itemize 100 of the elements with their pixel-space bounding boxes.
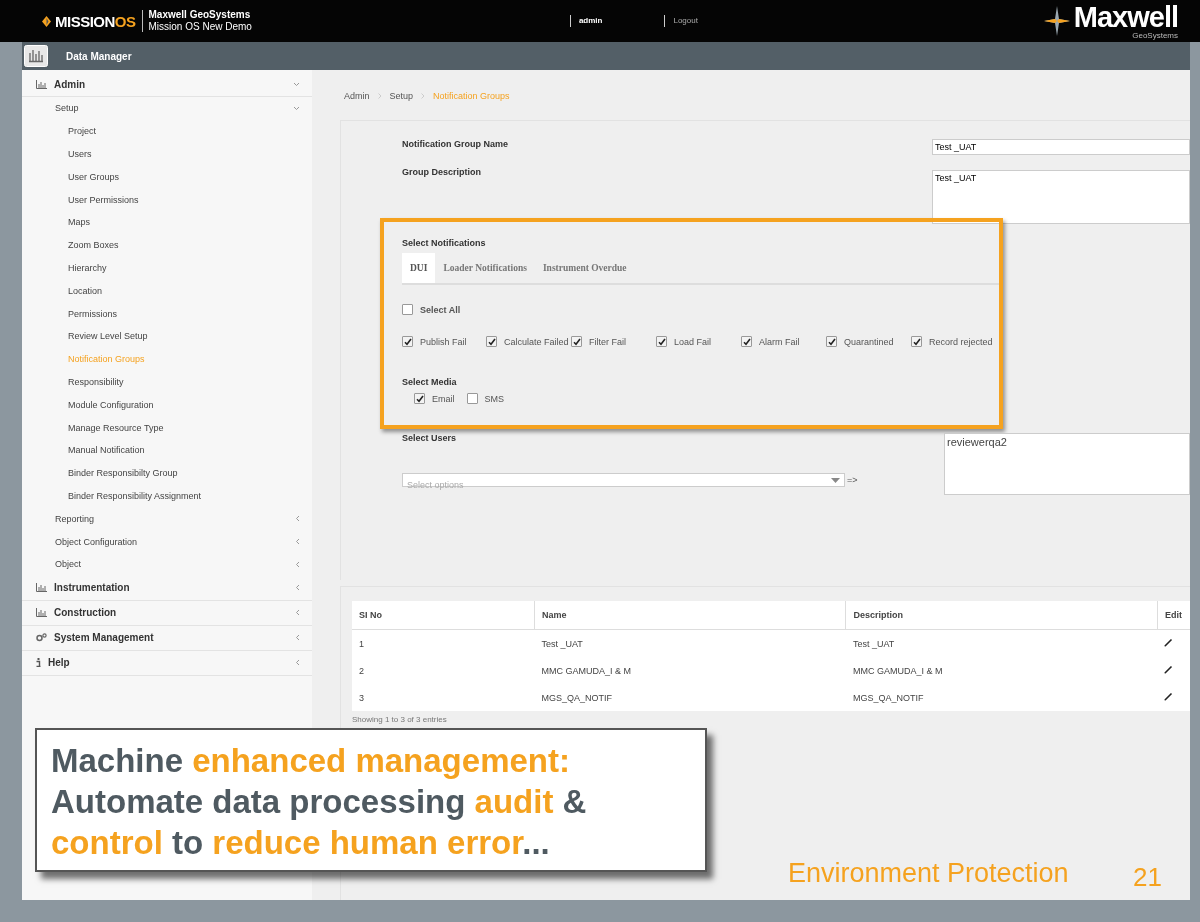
checkbox[interactable] — [402, 304, 413, 315]
table-cell: 2 — [352, 657, 535, 684]
logo-icon — [42, 15, 51, 27]
column-header: SI No — [352, 601, 535, 630]
select-all-checkbox[interactable]: Select All — [402, 304, 461, 315]
sidebar-item[interactable]: Zoom Boxes — [22, 233, 312, 257]
sidebar-item[interactable]: Help — [22, 650, 312, 676]
sidebar-item[interactable]: Maps — [22, 211, 312, 234]
media-option[interactable]: Email — [414, 393, 455, 404]
project-name: Mission OS New Demo — [148, 21, 252, 33]
sidebar-item[interactable]: Admin — [22, 72, 312, 97]
input-field[interactable]: Test _UAT — [932, 170, 1190, 224]
edit-pencil-icon[interactable] — [1164, 638, 1174, 647]
notification-option[interactable]: Calculate Failed — [486, 336, 569, 347]
sidebar-item[interactable]: Instrumentation — [22, 575, 312, 601]
slide-title: Environment Protection — [788, 858, 1069, 889]
notification-option[interactable]: Publish Fail — [402, 336, 467, 347]
input-field[interactable]: Test _UAT — [932, 139, 1190, 155]
sidebar-item[interactable]: Binder Responsibilty Group — [22, 461, 312, 485]
brand-tagline: GeoSystems — [1132, 30, 1178, 40]
table-info: Showing 1 to 3 of 3 entries — [352, 715, 448, 724]
section-title: Select Notifications — [402, 238, 487, 248]
column-header: Description — [845, 601, 1158, 630]
app-title: Data Manager — [66, 50, 132, 62]
sidebar-item[interactable]: Project — [22, 119, 312, 143]
sidebar-item[interactable]: Construction — [22, 600, 312, 626]
tab[interactable]: Loader Notifications — [435, 253, 535, 283]
sidebar-item[interactable]: Review Level Setup — [22, 324, 312, 348]
notification-option[interactable]: Quarantined — [826, 336, 894, 347]
tab[interactable]: Instrument Overdue — [534, 253, 635, 283]
chevron-left-icon — [295, 584, 300, 592]
sidebar-item[interactable]: Permissions — [22, 302, 312, 325]
sidebar-item[interactable]: Responsibility — [22, 370, 312, 394]
tab[interactable]: DUI — [402, 253, 436, 283]
chevron-left-icon — [295, 538, 300, 546]
checkbox[interactable] — [911, 336, 922, 347]
checkbox[interactable] — [402, 336, 413, 347]
sidebar-item[interactable]: Users — [22, 142, 312, 166]
chevron-left-icon — [295, 560, 300, 568]
chevron-left-icon — [295, 515, 300, 523]
edit-pencil-icon[interactable] — [1164, 692, 1174, 701]
sidebar-item[interactable]: System Management — [22, 625, 312, 651]
sidebar-item[interactable]: User Permissions — [22, 188, 312, 211]
dropdown-caret-icon — [831, 477, 840, 483]
checkbox[interactable] — [656, 336, 667, 347]
chart-icon — [36, 79, 47, 89]
breadcrumb-separator-icon — [421, 91, 426, 101]
checkbox[interactable] — [414, 393, 425, 404]
notification-option[interactable]: Filter Fail — [571, 336, 626, 347]
gear-icon — [36, 633, 47, 643]
field-label: Group Description — [402, 167, 481, 179]
notification-option[interactable]: Alarm Fail — [741, 336, 800, 347]
chart-icon — [36, 583, 47, 593]
media-option[interactable]: SMS — [466, 393, 505, 404]
chevron-left-icon — [295, 659, 300, 667]
chevron-down-icon — [293, 81, 300, 87]
breadcrumb-separator-icon — [377, 91, 382, 101]
breadcrumb-link[interactable]: Admin — [344, 91, 370, 101]
logout-link[interactable]: Logout — [664, 15, 698, 27]
chevron-left-icon — [295, 609, 300, 617]
sidebar-item[interactable]: Setup — [22, 97, 312, 120]
breadcrumb-link[interactable]: Setup — [389, 91, 414, 101]
sidebar-item[interactable]: Reporting — [22, 507, 312, 531]
chevron-down-icon — [293, 105, 300, 111]
notification-option[interactable]: Load Fail — [656, 336, 712, 347]
edit-pencil-icon[interactable] — [1164, 665, 1174, 674]
field-label: Notification Group Name — [402, 139, 508, 151]
sidebar-item[interactable]: Binder Responsibility Assignment — [22, 484, 312, 508]
sidebar-item[interactable]: User Groups — [22, 165, 312, 189]
checkbox[interactable] — [571, 336, 582, 347]
table-cell: MGS_QA_NOTIF — [845, 684, 1158, 711]
section-title: Select Media — [402, 377, 457, 387]
arrow-text: => — [847, 475, 858, 485]
brand-name: Maxwell — [1073, 2, 1178, 31]
checkbox[interactable] — [826, 336, 837, 347]
table-cell: Test _UAT — [845, 629, 1158, 657]
selected-users-box[interactable]: reviewerqa2 — [944, 433, 1190, 495]
chevron-left-icon — [295, 634, 300, 642]
app-logo: MISSIONOS — [55, 12, 136, 30]
chart-icon[interactable] — [24, 45, 48, 67]
callout-text: Machine enhanced management: Automate data processing audit & control to reduce human error... — [51, 741, 588, 863]
field-label: Select Users — [402, 433, 458, 443]
sidebar-item[interactable]: Object — [22, 552, 312, 576]
company-name: Maxwell GeoSystems — [148, 9, 252, 21]
page-number: 21 — [1133, 862, 1162, 893]
info-icon — [36, 658, 41, 668]
checkbox[interactable] — [486, 336, 497, 347]
notification-option[interactable]: Record rejected — [911, 336, 993, 347]
sidebar-item[interactable]: Hierarchy — [22, 256, 312, 280]
sidebar-item[interactable]: Location — [22, 279, 312, 303]
checkbox[interactable] — [466, 393, 478, 404]
sidebar-item[interactable]: Manage Resource Type — [22, 416, 312, 439]
user-link[interactable]: admin — [569, 15, 603, 27]
sidebar-item[interactable]: Module Configuration — [22, 393, 312, 417]
sidebar-item[interactable]: Object Configuration — [22, 530, 312, 553]
table-cell: MGS_QA_NOTIF — [534, 684, 846, 711]
checkbox[interactable] — [741, 336, 752, 347]
table-cell: Test _UAT — [534, 629, 846, 657]
sidebar-item[interactable]: Manual Notification — [22, 438, 312, 462]
table-cell: 3 — [352, 684, 535, 711]
